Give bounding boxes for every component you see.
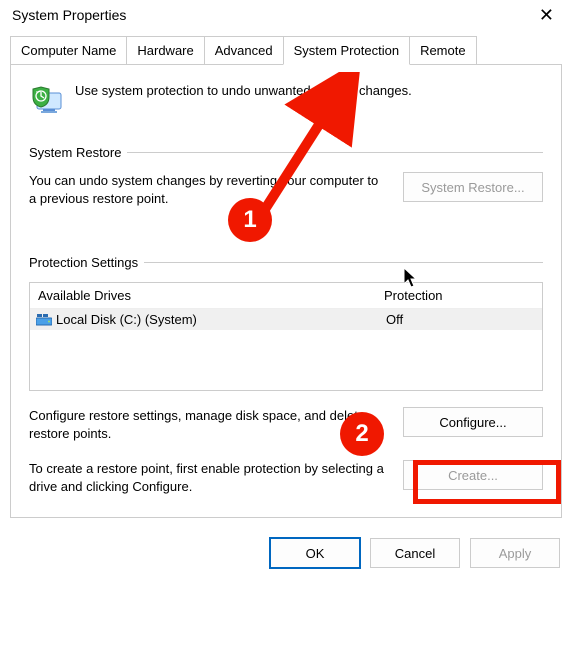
tab-system-protection[interactable]: System Protection: [283, 36, 411, 65]
group-protection-settings: Protection Settings: [29, 255, 543, 270]
window-title: System Properties: [12, 7, 126, 23]
dialog-body: Computer Name Hardware Advanced System P…: [0, 30, 572, 528]
configure-button[interactable]: Configure...: [403, 407, 543, 437]
tab-strip: Computer Name Hardware Advanced System P…: [10, 36, 562, 65]
col-available-drives: Available Drives: [38, 288, 384, 303]
col-protection: Protection: [384, 288, 534, 303]
drive-name: Local Disk (C:) (System): [56, 312, 197, 327]
drives-empty-space: [30, 330, 542, 390]
cancel-button[interactable]: Cancel: [370, 538, 460, 568]
tab-advanced[interactable]: Advanced: [204, 36, 284, 65]
configure-text: Configure restore settings, manage disk …: [29, 407, 389, 442]
create-button[interactable]: Create...: [403, 460, 543, 490]
create-row: To create a restore point, first enable …: [29, 460, 543, 495]
intro-row: Use system protection to undo unwanted s…: [29, 83, 543, 119]
create-text: To create a restore point, first enable …: [29, 460, 389, 495]
shield-monitor-icon: [29, 83, 65, 119]
system-restore-row: You can undo system changes by reverting…: [29, 172, 543, 207]
drive-protection: Off: [386, 312, 536, 327]
drives-header: Available Drives Protection: [30, 283, 542, 309]
tab-hardware[interactable]: Hardware: [126, 36, 204, 65]
drives-list[interactable]: Available Drives Protection Local Disk (…: [29, 282, 543, 391]
title-bar: System Properties ✕: [0, 0, 572, 30]
drive-icon: [36, 314, 52, 326]
tab-remote[interactable]: Remote: [409, 36, 477, 65]
tab-panel: Use system protection to undo unwanted s…: [10, 64, 562, 518]
configure-row: Configure restore settings, manage disk …: [29, 407, 543, 442]
ok-button[interactable]: OK: [270, 538, 360, 568]
system-restore-text: You can undo system changes by reverting…: [29, 172, 389, 207]
tab-computer-name[interactable]: Computer Name: [10, 36, 127, 65]
system-restore-button[interactable]: System Restore...: [403, 172, 543, 202]
apply-button[interactable]: Apply: [470, 538, 560, 568]
dialog-footer: OK Cancel Apply: [0, 538, 572, 578]
close-icon[interactable]: ✕: [533, 6, 560, 24]
divider: [144, 262, 543, 263]
divider: [127, 152, 543, 153]
drive-row[interactable]: Local Disk (C:) (System) Off: [30, 309, 542, 330]
group-system-restore: System Restore: [29, 145, 543, 160]
intro-text: Use system protection to undo unwanted s…: [75, 83, 412, 98]
